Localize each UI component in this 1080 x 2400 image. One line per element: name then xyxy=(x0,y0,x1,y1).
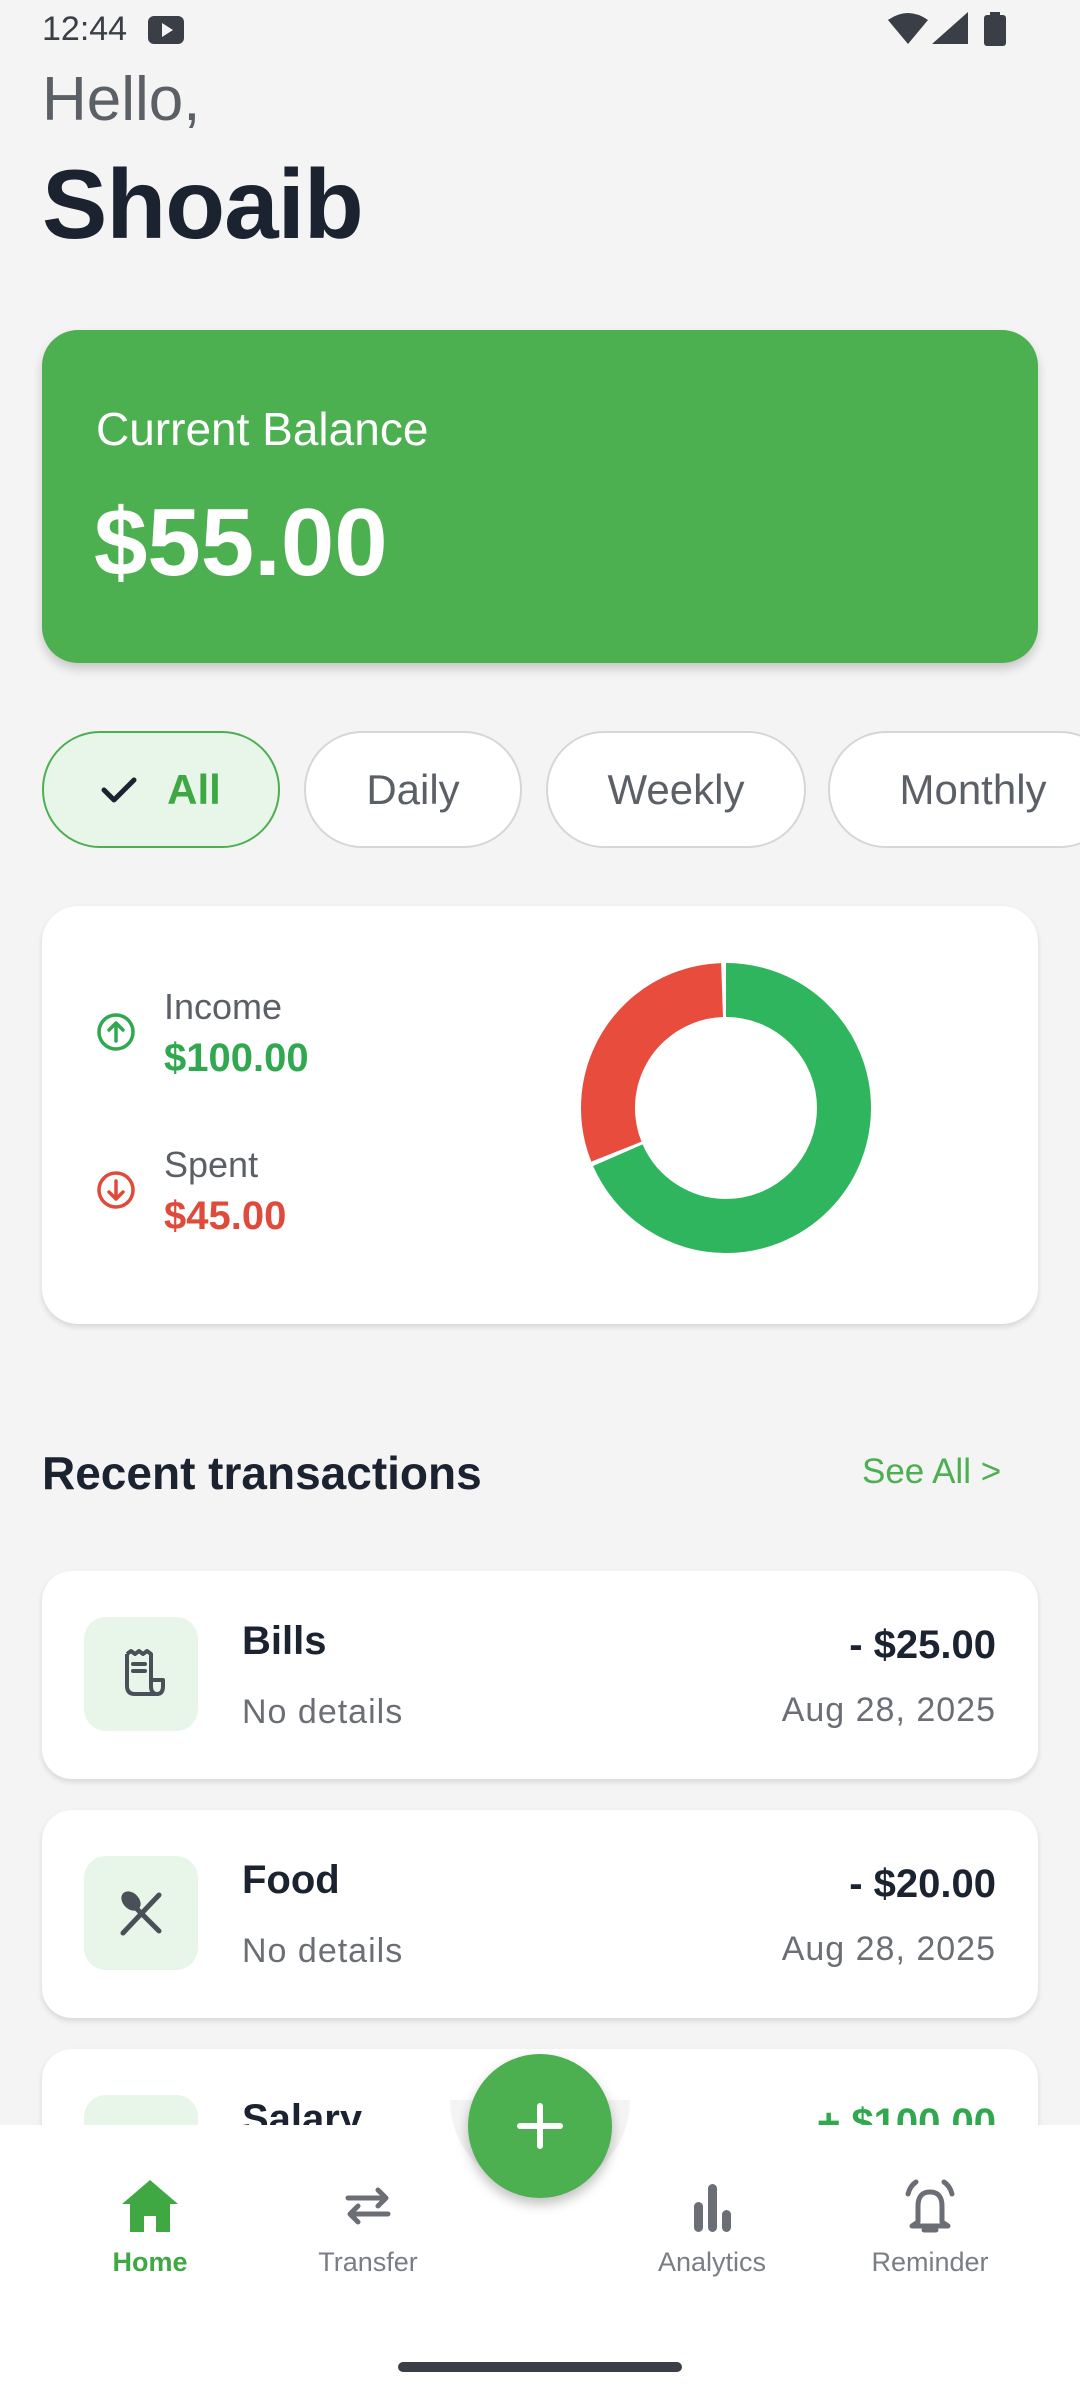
arrow-down-circle-icon xyxy=(97,1171,135,1209)
transaction-date: Aug 28, 2025 xyxy=(781,1930,996,1968)
greeting-text: Hello, xyxy=(42,65,201,134)
transaction-details: No details xyxy=(242,1932,404,1970)
bar-chart-icon xyxy=(694,2184,731,2232)
plus-icon xyxy=(517,2103,563,2149)
filter-chip-all[interactable]: All xyxy=(42,731,280,848)
transfer-icon xyxy=(345,2187,391,2225)
youtube-notification-icon xyxy=(148,16,184,44)
balance-card: Current Balance $55.00 xyxy=(42,330,1038,663)
home-icon xyxy=(122,2180,178,2232)
nav-home[interactable]: Home xyxy=(70,2178,230,2278)
status-bar: 12:44 xyxy=(0,0,1080,60)
nav-home-label: Home xyxy=(112,2247,188,2277)
income-spent-donut-chart xyxy=(581,963,871,1253)
nav-analytics-label: Analytics xyxy=(657,2247,767,2277)
filter-chip-weekly[interactable]: Weekly xyxy=(546,731,806,848)
transaction-item[interactable]: Food No details - $20.00 Aug 28, 2025 xyxy=(42,1810,1038,2018)
filter-chip-label: Monthly xyxy=(899,765,1047,813)
transaction-date: Aug 28, 2025 xyxy=(781,1691,996,1729)
see-all-link[interactable]: See All > xyxy=(862,1452,1001,1492)
transaction-amount: - $20.00 xyxy=(849,1862,996,1906)
receipt-icon xyxy=(125,1649,165,1696)
spent-label: Spent xyxy=(164,1144,259,1185)
transaction-amount: - $25.00 xyxy=(849,1623,996,1667)
transaction-title: Bills xyxy=(242,1619,327,1663)
nav-reminder-label: Reminder xyxy=(871,2247,989,2277)
utensils-icon xyxy=(120,1891,162,1936)
arrow-up-circle-icon xyxy=(97,1013,135,1051)
transaction-title: Food xyxy=(242,1858,340,1902)
filter-chip-label: All xyxy=(167,765,221,813)
spent-value: $45.00 xyxy=(164,1194,287,1238)
wifi-icon xyxy=(888,13,928,44)
alarm-bell-icon xyxy=(905,2179,955,2233)
transaction-icon-box xyxy=(84,1856,198,1970)
signal-icon xyxy=(932,12,968,44)
income-value: $100.00 xyxy=(164,1036,309,1080)
filter-chip-daily[interactable]: Daily xyxy=(304,731,522,848)
add-transaction-button[interactable] xyxy=(468,2054,612,2198)
battery-icon xyxy=(984,12,1006,46)
summary-card: Income $100.00 Spent $45.00 xyxy=(42,906,1038,1324)
nav-transfer-label: Transfer xyxy=(318,2247,418,2277)
nav-analytics[interactable]: Analytics xyxy=(632,2178,792,2278)
filter-chip-label: Weekly xyxy=(607,765,745,813)
transaction-details: No details xyxy=(242,1693,404,1731)
transaction-icon-box xyxy=(84,1617,198,1731)
check-icon xyxy=(101,777,137,802)
income-label: Income xyxy=(164,986,283,1027)
balance-label: Current Balance xyxy=(96,403,429,455)
nav-transfer[interactable]: Transfer xyxy=(288,2178,448,2278)
status-time: 12:44 xyxy=(42,10,128,48)
transaction-item[interactable]: Bills No details - $25.00 Aug 28, 2025 xyxy=(42,1571,1038,1779)
nav-reminder[interactable]: Reminder xyxy=(850,2178,1010,2278)
balance-amount: $55.00 xyxy=(94,489,388,596)
recent-transactions-title: Recent transactions xyxy=(42,1447,482,1499)
home-indicator xyxy=(398,2362,682,2372)
filter-chip-label: Daily xyxy=(366,765,460,813)
user-name: Shoaib xyxy=(42,149,364,259)
filter-chip-monthly[interactable]: Monthly xyxy=(828,731,1080,848)
